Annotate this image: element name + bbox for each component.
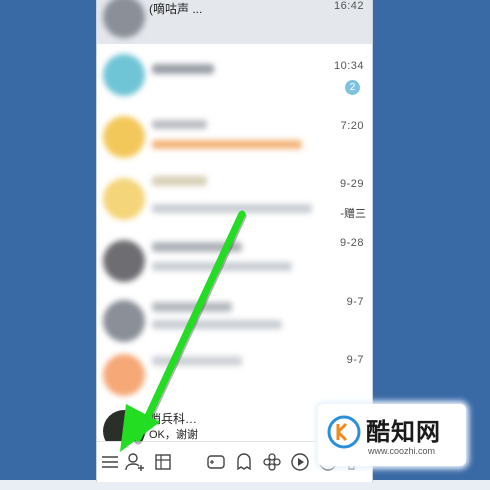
chat-time: 9-7 [346, 296, 364, 308]
chat-time: 10:34 [333, 60, 364, 72]
chat-time: 7:20 [340, 120, 364, 132]
avatar [103, 0, 145, 38]
chat-name [152, 176, 207, 186]
chat-preview [152, 320, 282, 329]
avatar [103, 116, 145, 158]
avatar [103, 300, 145, 342]
chat-item[interactable]: 7:20 [97, 106, 372, 168]
chat-item[interactable]: (嘀咕声 ... 16:42 [97, 0, 372, 44]
watermark-url: www.coozhi.com [368, 446, 436, 456]
play-icon[interactable] [289, 451, 311, 473]
chat-item[interactable]: 9-7 [97, 344, 372, 406]
chat-name [152, 302, 232, 312]
chat-side-note: -赠三 [340, 208, 366, 220]
unread-badge: 2 [345, 80, 360, 95]
ghost-icon[interactable] [233, 451, 255, 473]
game-icon[interactable] [205, 451, 227, 473]
chat-time: 9-28 [339, 237, 364, 249]
chat-name: 哨兵科… [149, 412, 198, 426]
chat-item[interactable]: 9-29 -赠三 [97, 168, 372, 230]
file-icon[interactable] [152, 451, 174, 473]
chat-item[interactable]: 9-28 [97, 230, 372, 292]
flower-icon[interactable] [261, 451, 283, 473]
chat-name [152, 356, 242, 366]
avatar [103, 178, 145, 220]
chat-name [152, 242, 242, 252]
menu-icon[interactable] [99, 451, 121, 473]
chat-preview [152, 140, 302, 149]
chat-name: (嘀咕声 ... [149, 2, 203, 16]
chat-item[interactable]: 10:34 2 [97, 44, 372, 106]
add-contact-icon[interactable] [124, 451, 146, 473]
watermark-text: 酷知网 [366, 418, 441, 446]
chat-time: 9-29 [339, 178, 364, 190]
chat-preview [152, 262, 292, 271]
avatar [103, 354, 145, 396]
chat-preview [152, 204, 312, 213]
coozhi-logo-icon [327, 415, 361, 449]
chat-name [152, 64, 214, 74]
chat-time: 9-7 [346, 354, 364, 366]
chat-name [152, 120, 207, 129]
avatar [103, 240, 145, 282]
chat-preview: OK，谢谢 [149, 429, 198, 441]
chat-time: 16:42 [333, 0, 364, 12]
watermark-logo: 酷知网 www.coozhi.com [318, 404, 466, 466]
chat-item[interactable]: 9-7 [97, 290, 372, 352]
avatar [103, 54, 145, 96]
